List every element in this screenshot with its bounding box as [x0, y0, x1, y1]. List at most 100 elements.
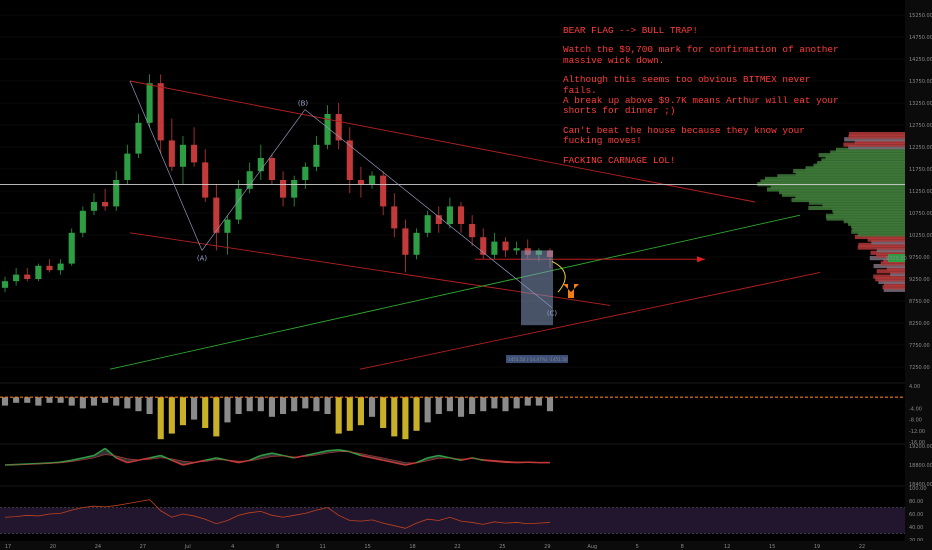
candle-body	[514, 248, 520, 250]
current-price-label: 9725.00	[886, 256, 907, 262]
candle-body	[158, 83, 164, 140]
measure-box-label: -1451.50 (-14.47%) -1451.50	[506, 357, 567, 362]
volume-profile-bar	[849, 132, 905, 136]
volume-bar	[391, 397, 397, 436]
candle-body	[13, 275, 19, 282]
wave-line	[130, 81, 202, 250]
candle-body	[402, 228, 408, 254]
date-tick-label: Jul	[184, 544, 191, 550]
volume-bar	[2, 397, 8, 405]
candle-body	[24, 275, 30, 279]
candle-body	[258, 158, 264, 171]
volume-bar	[491, 397, 497, 408]
volume-bar	[258, 397, 264, 411]
wave-line	[202, 110, 305, 251]
volume-bar	[291, 397, 297, 411]
volume-bar	[547, 397, 553, 411]
date-tick-label: 12	[724, 544, 730, 550]
candle-body	[91, 202, 97, 211]
volume-bar	[236, 397, 242, 414]
oscillator-slow-line	[472, 459, 483, 460]
orange-arrow-icon	[563, 284, 579, 298]
volume-bar	[58, 397, 64, 403]
price-tick-label: 10250.00	[909, 233, 932, 239]
date-tick-label: 15	[364, 544, 370, 550]
annotation-line: Although this seems too obvious BITMEX n…	[563, 75, 843, 117]
candle-body	[135, 123, 141, 154]
oscillator-fast-line	[328, 450, 339, 451]
volume-bar	[191, 397, 197, 419]
date-tick-label: 22	[454, 544, 460, 550]
candle-body	[191, 145, 197, 163]
volume-bar	[46, 397, 52, 403]
date-tick-label: Aug	[587, 544, 597, 550]
candle-body	[2, 281, 8, 288]
date-tick-label: 8	[681, 544, 684, 550]
candle-body	[180, 145, 186, 167]
oscillator-tick-label: 18800.00	[909, 463, 932, 469]
candle-body	[447, 206, 453, 224]
date-tick-label: 22	[859, 544, 865, 550]
date-tick-label: 17	[5, 544, 11, 550]
candle-body	[469, 224, 475, 237]
price-tick-label: 12250.00	[909, 145, 932, 151]
volume-tick-label: -4.00	[909, 406, 922, 412]
oscillator-tick-label: 19200.00	[909, 444, 932, 450]
volume-bar	[69, 397, 75, 405]
rsi-tick-label: 100.00	[909, 486, 927, 492]
volume-bar	[269, 397, 275, 417]
date-tick-label: 15	[769, 544, 775, 550]
volume-bar	[413, 397, 419, 431]
candle-body	[502, 242, 508, 251]
date-tick-label: 24	[95, 544, 101, 550]
volume-bar	[158, 397, 164, 439]
candle-body	[280, 180, 286, 198]
candle-body	[369, 176, 375, 185]
candle-body	[169, 140, 175, 166]
candle-body	[58, 264, 64, 271]
price-tick-label: 9250.00	[909, 277, 930, 283]
trendline	[110, 215, 800, 369]
volume-bar	[124, 397, 130, 408]
price-tick-label: 11250.00	[909, 189, 932, 195]
price-tick-label: 9750.00	[909, 255, 930, 261]
volume-bar	[514, 397, 520, 408]
volume-bar	[13, 397, 19, 403]
candle-body	[491, 242, 497, 255]
volume-bar	[35, 397, 41, 405]
date-tick-label: 19	[814, 544, 820, 550]
volume-bar	[502, 397, 508, 411]
volume-bar	[480, 397, 486, 411]
volume-bar	[280, 397, 286, 414]
date-tick-label: 18	[409, 544, 415, 550]
date-tick-label: 25	[499, 544, 505, 550]
annotation-line: Watch the $9,700 mark for confirmation o…	[563, 45, 843, 66]
volume-bar	[91, 397, 97, 405]
volume-bar	[80, 397, 86, 408]
volume-bar	[336, 397, 342, 433]
volume-bar	[247, 397, 253, 411]
rsi-tick-label: 60.00	[909, 512, 923, 518]
volume-tick-label: -12.00	[909, 429, 925, 435]
price-tick-label: 13250.00	[909, 101, 932, 107]
date-tick-label: 20	[50, 544, 56, 550]
candle-body	[236, 189, 242, 220]
volume-bar	[24, 397, 30, 403]
candle-body	[80, 211, 86, 233]
date-tick-label: 4	[231, 544, 234, 550]
volume-bar	[380, 397, 386, 428]
volume-bar	[369, 397, 375, 417]
price-tick-label: 14250.00	[909, 57, 932, 63]
price-tick-label: 14750.00	[909, 35, 932, 41]
price-tick-label: 7250.00	[909, 365, 930, 371]
candle-body	[391, 206, 397, 228]
price-tick-label: 15250.00	[909, 13, 932, 19]
date-tick-label: 11	[319, 544, 325, 550]
price-tick-label: 7750.00	[909, 343, 930, 349]
volume-bar	[458, 397, 464, 417]
volume-bar	[224, 397, 230, 422]
volume-tick-label: -8.00	[909, 418, 922, 424]
candle-body	[269, 158, 275, 180]
candle-body	[224, 220, 230, 233]
volume-bar	[202, 397, 208, 428]
